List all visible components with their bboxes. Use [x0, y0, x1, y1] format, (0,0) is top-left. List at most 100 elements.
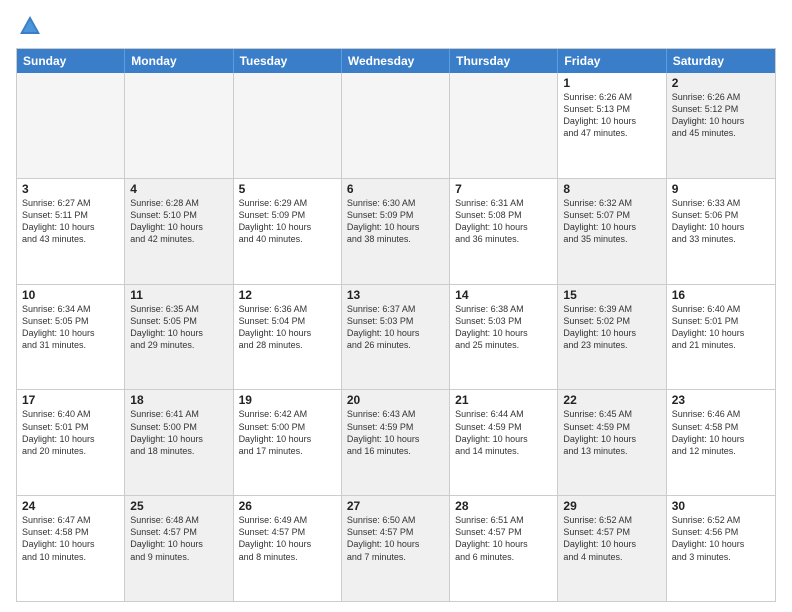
cell-info: Sunrise: 6:45 AMSunset: 4:59 PMDaylight:… [563, 408, 660, 457]
cell-info: Sunrise: 6:36 AMSunset: 5:04 PMDaylight:… [239, 303, 336, 352]
day-number: 30 [672, 499, 770, 513]
calendar-header-row: SundayMondayTuesdayWednesdayThursdayFrid… [17, 49, 775, 73]
day-number: 25 [130, 499, 227, 513]
day-number: 5 [239, 182, 336, 196]
calendar-cell: 15Sunrise: 6:39 AMSunset: 5:02 PMDayligh… [558, 285, 666, 390]
calendar-cell: 30Sunrise: 6:52 AMSunset: 4:56 PMDayligh… [667, 496, 775, 601]
calendar-cell: 3Sunrise: 6:27 AMSunset: 5:11 PMDaylight… [17, 179, 125, 284]
weekday-header: Wednesday [342, 49, 450, 73]
calendar-cell: 25Sunrise: 6:48 AMSunset: 4:57 PMDayligh… [125, 496, 233, 601]
day-number: 28 [455, 499, 552, 513]
logo-icon [16, 12, 44, 40]
day-number: 12 [239, 288, 336, 302]
cell-info: Sunrise: 6:38 AMSunset: 5:03 PMDaylight:… [455, 303, 552, 352]
calendar-cell: 8Sunrise: 6:32 AMSunset: 5:07 PMDaylight… [558, 179, 666, 284]
calendar-cell: 29Sunrise: 6:52 AMSunset: 4:57 PMDayligh… [558, 496, 666, 601]
cell-info: Sunrise: 6:52 AMSunset: 4:57 PMDaylight:… [563, 514, 660, 563]
day-number: 14 [455, 288, 552, 302]
calendar-cell: 28Sunrise: 6:51 AMSunset: 4:57 PMDayligh… [450, 496, 558, 601]
cell-info: Sunrise: 6:49 AMSunset: 4:57 PMDaylight:… [239, 514, 336, 563]
weekday-header: Thursday [450, 49, 558, 73]
calendar-cell [234, 73, 342, 178]
day-number: 29 [563, 499, 660, 513]
calendar-cell: 18Sunrise: 6:41 AMSunset: 5:00 PMDayligh… [125, 390, 233, 495]
cell-info: Sunrise: 6:41 AMSunset: 5:00 PMDaylight:… [130, 408, 227, 457]
day-number: 13 [347, 288, 444, 302]
calendar-body: 1Sunrise: 6:26 AMSunset: 5:13 PMDaylight… [17, 73, 775, 601]
cell-info: Sunrise: 6:28 AMSunset: 5:10 PMDaylight:… [130, 197, 227, 246]
calendar-cell [17, 73, 125, 178]
day-number: 19 [239, 393, 336, 407]
day-number: 21 [455, 393, 552, 407]
cell-info: Sunrise: 6:40 AMSunset: 5:01 PMDaylight:… [22, 408, 119, 457]
calendar-cell: 13Sunrise: 6:37 AMSunset: 5:03 PMDayligh… [342, 285, 450, 390]
cell-info: Sunrise: 6:47 AMSunset: 4:58 PMDaylight:… [22, 514, 119, 563]
calendar-cell: 9Sunrise: 6:33 AMSunset: 5:06 PMDaylight… [667, 179, 775, 284]
cell-info: Sunrise: 6:37 AMSunset: 5:03 PMDaylight:… [347, 303, 444, 352]
calendar-cell [342, 73, 450, 178]
calendar-cell: 4Sunrise: 6:28 AMSunset: 5:10 PMDaylight… [125, 179, 233, 284]
cell-info: Sunrise: 6:39 AMSunset: 5:02 PMDaylight:… [563, 303, 660, 352]
calendar-cell: 1Sunrise: 6:26 AMSunset: 5:13 PMDaylight… [558, 73, 666, 178]
cell-info: Sunrise: 6:52 AMSunset: 4:56 PMDaylight:… [672, 514, 770, 563]
cell-info: Sunrise: 6:42 AMSunset: 5:00 PMDaylight:… [239, 408, 336, 457]
calendar-row: 17Sunrise: 6:40 AMSunset: 5:01 PMDayligh… [17, 389, 775, 495]
calendar-cell: 19Sunrise: 6:42 AMSunset: 5:00 PMDayligh… [234, 390, 342, 495]
calendar-cell: 17Sunrise: 6:40 AMSunset: 5:01 PMDayligh… [17, 390, 125, 495]
calendar-cell: 27Sunrise: 6:50 AMSunset: 4:57 PMDayligh… [342, 496, 450, 601]
calendar-cell: 7Sunrise: 6:31 AMSunset: 5:08 PMDaylight… [450, 179, 558, 284]
day-number: 8 [563, 182, 660, 196]
cell-info: Sunrise: 6:48 AMSunset: 4:57 PMDaylight:… [130, 514, 227, 563]
cell-info: Sunrise: 6:32 AMSunset: 5:07 PMDaylight:… [563, 197, 660, 246]
calendar-cell: 6Sunrise: 6:30 AMSunset: 5:09 PMDaylight… [342, 179, 450, 284]
day-number: 3 [22, 182, 119, 196]
cell-info: Sunrise: 6:50 AMSunset: 4:57 PMDaylight:… [347, 514, 444, 563]
day-number: 20 [347, 393, 444, 407]
calendar-row: 10Sunrise: 6:34 AMSunset: 5:05 PMDayligh… [17, 284, 775, 390]
calendar-cell: 22Sunrise: 6:45 AMSunset: 4:59 PMDayligh… [558, 390, 666, 495]
day-number: 24 [22, 499, 119, 513]
cell-info: Sunrise: 6:31 AMSunset: 5:08 PMDaylight:… [455, 197, 552, 246]
calendar-cell: 11Sunrise: 6:35 AMSunset: 5:05 PMDayligh… [125, 285, 233, 390]
day-number: 17 [22, 393, 119, 407]
cell-info: Sunrise: 6:34 AMSunset: 5:05 PMDaylight:… [22, 303, 119, 352]
calendar-cell: 21Sunrise: 6:44 AMSunset: 4:59 PMDayligh… [450, 390, 558, 495]
day-number: 27 [347, 499, 444, 513]
cell-info: Sunrise: 6:27 AMSunset: 5:11 PMDaylight:… [22, 197, 119, 246]
weekday-header: Tuesday [234, 49, 342, 73]
cell-info: Sunrise: 6:51 AMSunset: 4:57 PMDaylight:… [455, 514, 552, 563]
calendar-cell: 2Sunrise: 6:26 AMSunset: 5:12 PMDaylight… [667, 73, 775, 178]
weekday-header: Friday [558, 49, 666, 73]
weekday-header: Saturday [667, 49, 775, 73]
day-number: 18 [130, 393, 227, 407]
weekday-header: Monday [125, 49, 233, 73]
page: SundayMondayTuesdayWednesdayThursdayFrid… [0, 0, 792, 612]
calendar-cell: 23Sunrise: 6:46 AMSunset: 4:58 PMDayligh… [667, 390, 775, 495]
cell-info: Sunrise: 6:35 AMSunset: 5:05 PMDaylight:… [130, 303, 227, 352]
calendar-cell: 24Sunrise: 6:47 AMSunset: 4:58 PMDayligh… [17, 496, 125, 601]
calendar-row: 24Sunrise: 6:47 AMSunset: 4:58 PMDayligh… [17, 495, 775, 601]
calendar-cell: 5Sunrise: 6:29 AMSunset: 5:09 PMDaylight… [234, 179, 342, 284]
calendar-cell [450, 73, 558, 178]
day-number: 11 [130, 288, 227, 302]
calendar-cell: 26Sunrise: 6:49 AMSunset: 4:57 PMDayligh… [234, 496, 342, 601]
weekday-header: Sunday [17, 49, 125, 73]
day-number: 15 [563, 288, 660, 302]
day-number: 10 [22, 288, 119, 302]
calendar-cell: 12Sunrise: 6:36 AMSunset: 5:04 PMDayligh… [234, 285, 342, 390]
day-number: 22 [563, 393, 660, 407]
cell-info: Sunrise: 6:30 AMSunset: 5:09 PMDaylight:… [347, 197, 444, 246]
cell-info: Sunrise: 6:46 AMSunset: 4:58 PMDaylight:… [672, 408, 770, 457]
cell-info: Sunrise: 6:29 AMSunset: 5:09 PMDaylight:… [239, 197, 336, 246]
day-number: 4 [130, 182, 227, 196]
cell-info: Sunrise: 6:33 AMSunset: 5:06 PMDaylight:… [672, 197, 770, 246]
day-number: 6 [347, 182, 444, 196]
day-number: 26 [239, 499, 336, 513]
calendar-row: 1Sunrise: 6:26 AMSunset: 5:13 PMDaylight… [17, 73, 775, 178]
day-number: 7 [455, 182, 552, 196]
day-number: 2 [672, 76, 770, 90]
calendar-cell: 10Sunrise: 6:34 AMSunset: 5:05 PMDayligh… [17, 285, 125, 390]
day-number: 16 [672, 288, 770, 302]
calendar-cell [125, 73, 233, 178]
calendar: SundayMondayTuesdayWednesdayThursdayFrid… [16, 48, 776, 602]
